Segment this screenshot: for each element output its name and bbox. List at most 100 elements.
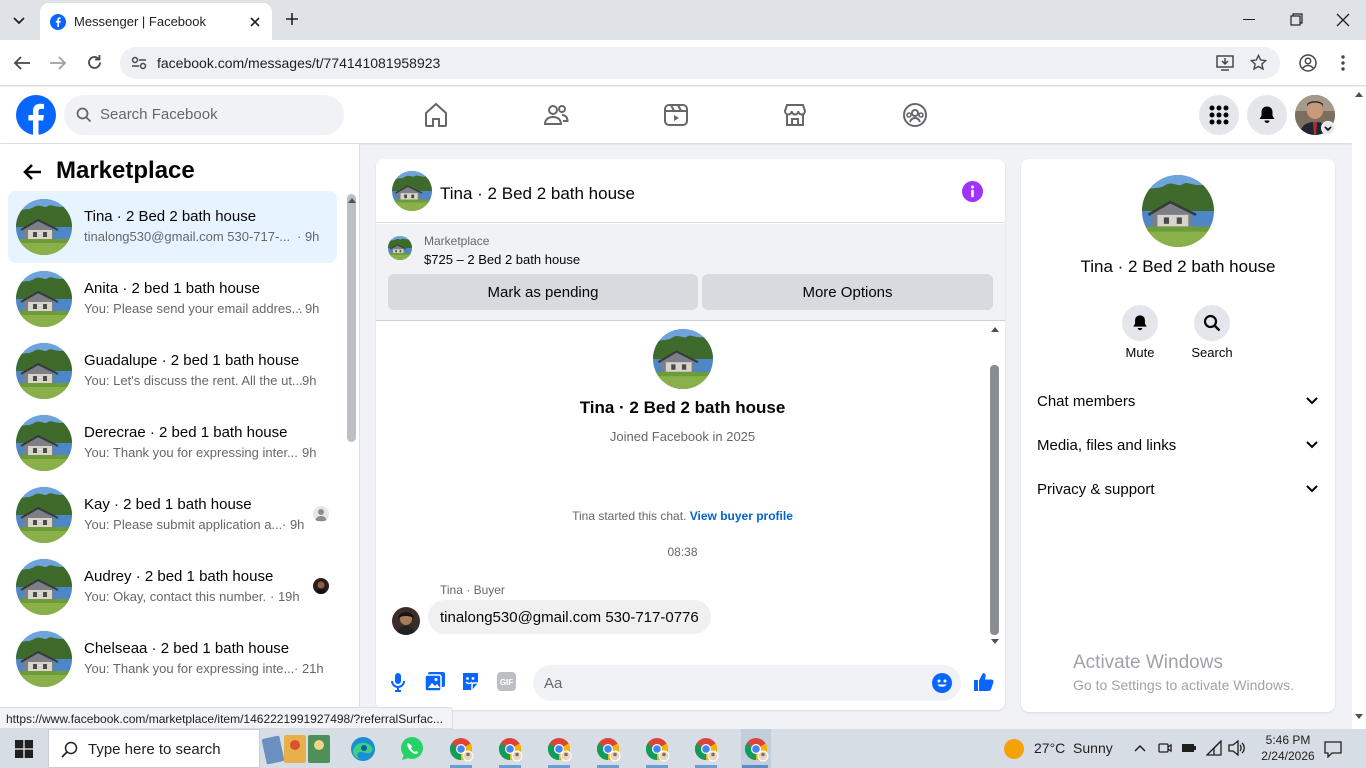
thumbs-up-icon[interactable] [973, 671, 994, 692]
conversation-info-button[interactable] [962, 181, 983, 202]
mark-as-pending-button[interactable]: Mark as pending [388, 274, 698, 310]
restore-button[interactable] [1290, 13, 1303, 26]
emoji-icon[interactable] [932, 673, 952, 693]
profile-button[interactable] [1299, 54, 1317, 72]
chrome-taskbar-button[interactable] [496, 729, 524, 768]
conversation-list-scrollbar[interactable] [347, 194, 356, 442]
media-files-links-section[interactable]: Media, files and links [1037, 425, 1319, 465]
message-input[interactable]: Aa [533, 665, 961, 701]
microphone-icon[interactable] [390, 672, 406, 692]
panel-title: Marketplace [56, 157, 195, 184]
chat-members-section[interactable]: Chat members [1037, 381, 1319, 421]
facebook-logo[interactable] [16, 95, 56, 135]
gif-icon[interactable]: GIF [497, 672, 516, 691]
edge-icon[interactable] [349, 735, 377, 763]
conversation-time: · 9h [297, 301, 320, 316]
window-close-button[interactable] [1336, 13, 1350, 27]
conversation-item[interactable]: Chelseaa · 2 bed 1 bath house You: Thank … [8, 623, 337, 695]
chrome-taskbar-button[interactable] [643, 729, 671, 768]
browser-tab[interactable]: Messenger | Facebook [40, 3, 272, 40]
conversation-avatar [16, 487, 72, 543]
section-label: Privacy & support [1037, 480, 1155, 498]
scroll-up-icon [1355, 92, 1363, 97]
account-dropdown-badge[interactable] [1321, 121, 1335, 135]
marketplace-label: Marketplace [424, 234, 490, 248]
arrow-left-icon [23, 164, 41, 180]
conversation-item[interactable]: Tina · 2 Bed 2 bath house tinalong530@gma… [8, 191, 337, 263]
chevron-up-icon[interactable] [1133, 743, 1147, 753]
conversation-item[interactable]: Kay · 2 bed 1 bath house You: Please subm… [8, 479, 337, 551]
clock[interactable]: 5:46 PM 2/24/2026 [1258, 732, 1318, 764]
search-highlight-icon[interactable] [262, 731, 334, 767]
forward-button[interactable] [49, 55, 67, 71]
chrome-taskbar-button[interactable] [692, 729, 720, 768]
close-icon[interactable] [248, 15, 262, 29]
groups-icon[interactable] [901, 101, 929, 129]
conversation-preview: tinalong530@gmail.com 530-717-... [84, 229, 291, 244]
info-icon [962, 181, 983, 202]
view-buyer-profile-link[interactable]: View buyer profile [690, 509, 793, 523]
search-in-conversation-button[interactable] [1194, 305, 1230, 341]
chrome-taskbar-button[interactable] [741, 729, 771, 768]
battery-icon[interactable] [1181, 741, 1197, 755]
reload-button[interactable] [86, 54, 103, 71]
notification-center-icon[interactable] [1324, 740, 1342, 758]
page-scrollbar[interactable] [1352, 87, 1366, 729]
grid-menu-icon [1209, 105, 1229, 125]
section-label: Media, files and links [1037, 436, 1177, 454]
home-icon[interactable] [422, 101, 450, 129]
meet-now-icon[interactable] [1158, 741, 1172, 755]
conversation-info-panel: Tina · 2 Bed 2 bath house Mute Search Ch… [1021, 159, 1335, 712]
photo-icon[interactable] [425, 672, 445, 691]
privacy-support-section[interactable]: Privacy & support [1037, 469, 1319, 509]
listing-thumbnail[interactable] [388, 236, 412, 260]
friends-icon[interactable] [542, 101, 570, 129]
install-app-icon[interactable] [1216, 55, 1234, 71]
back-button[interactable] [13, 55, 31, 71]
video-icon[interactable] [662, 101, 690, 129]
new-tab-button[interactable] [284, 11, 300, 27]
back-to-chats-button[interactable] [22, 163, 42, 181]
mute-button[interactable] [1122, 305, 1158, 341]
start-button[interactable] [15, 740, 33, 758]
thread-scrollbar[interactable] [990, 365, 999, 635]
minimize-button[interactable] [1243, 19, 1255, 20]
clock-date: 2/24/2026 [1261, 749, 1315, 763]
notifications-button[interactable] [1247, 95, 1287, 135]
conversation-item[interactable]: Guadalupe · 2 bed 1 bath house You: Let's… [8, 335, 337, 407]
chat-avatar[interactable] [392, 171, 432, 211]
info-avatar[interactable] [1142, 175, 1214, 247]
whatsapp-icon[interactable] [398, 735, 426, 763]
conversation-time: 9h [302, 445, 317, 460]
chat-title[interactable]: Tina · 2 Bed 2 bath house [440, 184, 635, 204]
conversation-item[interactable]: Audrey · 2 bed 1 bath house You: Okay, co… [8, 551, 337, 623]
tab-search-button[interactable] [10, 11, 28, 29]
menu-button[interactable] [1199, 95, 1239, 135]
profile-avatar-large[interactable] [653, 329, 713, 389]
sticker-icon[interactable] [461, 672, 480, 691]
conversation-item[interactable]: Derecrae · 2 bed 1 bath house You: Thank … [8, 407, 337, 479]
more-options-button[interactable]: More Options [702, 274, 993, 310]
chrome-taskbar-button[interactable] [447, 729, 475, 768]
marketplace-icon[interactable] [781, 101, 809, 129]
taskbar-search[interactable]: Type here to search [48, 729, 260, 768]
house-photo-icon [392, 171, 432, 211]
volume-icon[interactable] [1228, 740, 1246, 756]
listing-title[interactable]: $725 – 2 Bed 2 bath house [424, 252, 580, 267]
search-label: Search [1191, 345, 1233, 360]
message-bubble[interactable]: tinalong530@gmail.com 530-717-0776 [428, 600, 711, 634]
wifi-icon[interactable] [1206, 740, 1222, 756]
omnibox[interactable]: facebook.com/messages/t/774141081958923 [120, 47, 1280, 79]
chrome-taskbar-button[interactable] [594, 729, 622, 768]
sender-avatar[interactable] [392, 607, 420, 635]
conversation-item[interactable]: Anita · 2 bed 1 bath house You: Please se… [8, 263, 337, 335]
browser-menu-button[interactable] [1341, 54, 1345, 72]
conversation-time: · 9h [282, 517, 305, 532]
site-settings-icon[interactable] [131, 56, 147, 70]
bookmark-star-icon[interactable] [1250, 54, 1267, 71]
chrome-taskbar-button[interactable] [545, 729, 573, 768]
weather-text[interactable]: 27°C Sunny [1034, 740, 1113, 756]
windows-logo-icon [15, 740, 33, 758]
conversation-preview: You: Thank you for expressing inter... [84, 445, 298, 460]
facebook-search[interactable]: Search Facebook [64, 95, 344, 135]
